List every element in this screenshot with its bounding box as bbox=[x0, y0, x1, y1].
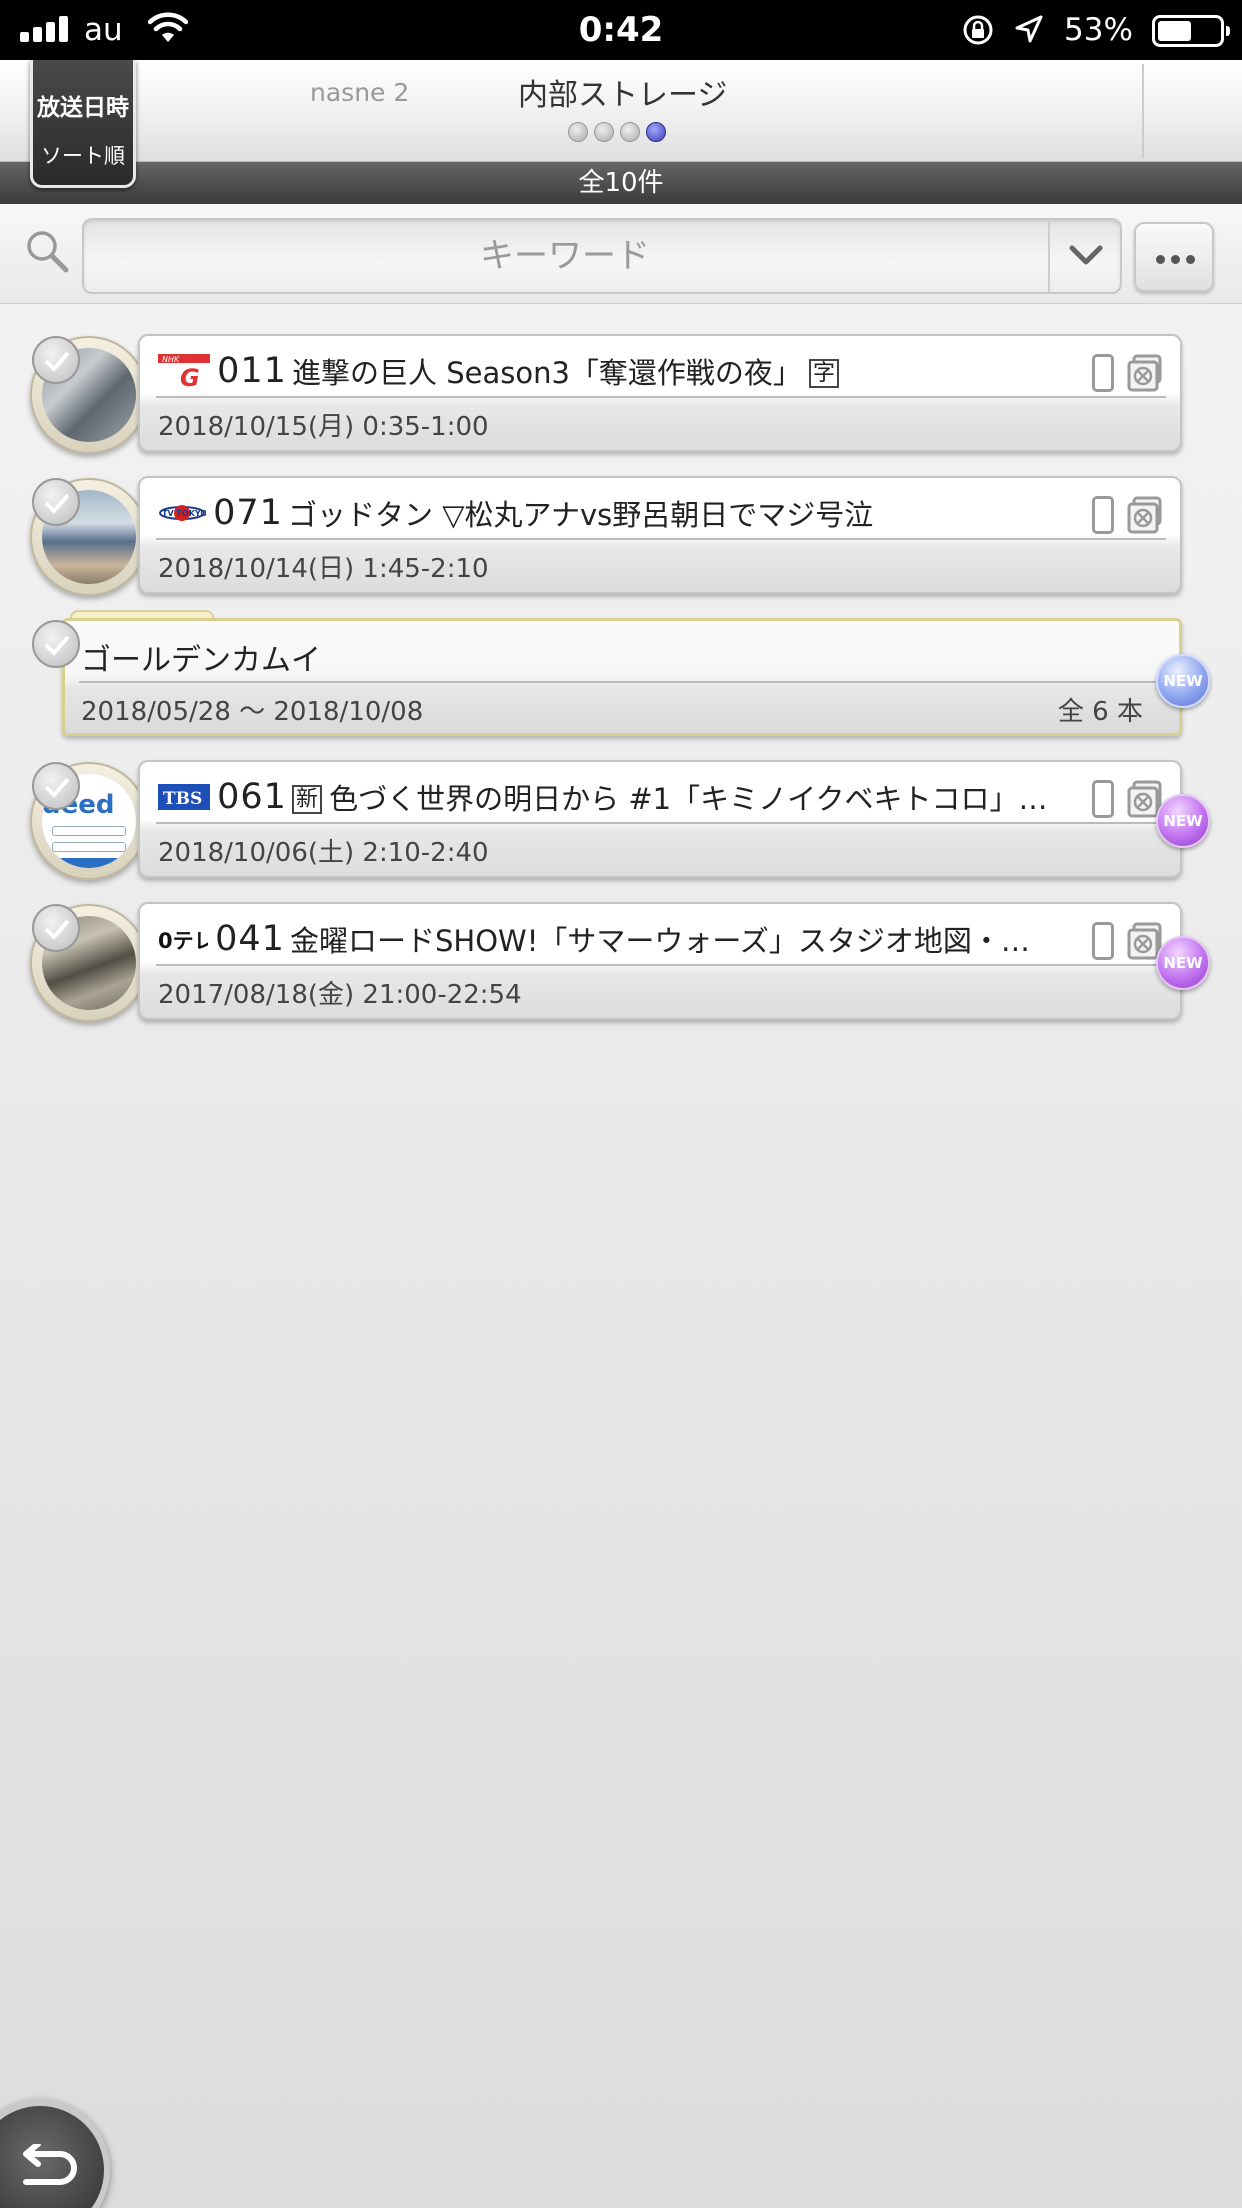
new-badge: NEW bbox=[1156, 936, 1210, 990]
more-options-button[interactable] bbox=[1134, 222, 1214, 292]
header-divider bbox=[1142, 64, 1144, 158]
keyword-input[interactable] bbox=[84, 220, 1046, 292]
series-title: ゴールデンカムイ bbox=[81, 643, 321, 678]
program-title: 金曜ロードSHOW!「サマーウォーズ」スタジオ地図・… bbox=[290, 924, 1030, 958]
new-program-mark: 新 bbox=[292, 785, 323, 814]
recording-card[interactable]: NHK G 011 進撃の巨人 Season3「奪還作戦の夜」 字 2018/1… bbox=[138, 334, 1182, 452]
list-item[interactable]: deed TBS 061 新 色づく世界の明日から #1「キミノイクベキトコロ」… bbox=[0, 760, 1242, 890]
search-bar bbox=[0, 204, 1242, 304]
list-item[interactable]: NHK G 011 進撃の巨人 Season3「奪還作戦の夜」 字 2018/1… bbox=[0, 334, 1242, 464]
page-dot bbox=[620, 122, 640, 142]
svg-text:G: G bbox=[180, 364, 200, 388]
back-button[interactable] bbox=[0, 2100, 110, 2208]
more-icon bbox=[1156, 255, 1165, 264]
svg-text:0テレ: 0テレ bbox=[158, 929, 208, 953]
clock: 0:42 bbox=[578, 10, 664, 50]
storage-header: 放送日時 ソート順 nasne 2 内部ストレージ bbox=[0, 60, 1242, 188]
battery-percent: 53% bbox=[1064, 12, 1133, 48]
new-badge: NEW bbox=[1156, 794, 1210, 848]
list-item[interactable]: 0テレ 041 金曜ロードSHOW!「サマーウォーズ」スタジオ地図・… 2017… bbox=[0, 902, 1242, 1032]
sort-order-button[interactable]: 放送日時 ソート順 bbox=[30, 60, 136, 188]
tbs-logo-icon: TBS bbox=[158, 784, 210, 810]
channel-number: 071 bbox=[213, 493, 283, 533]
select-checkbox[interactable] bbox=[32, 904, 80, 952]
search-field bbox=[82, 218, 1122, 294]
sort-button-line2: ソート順 bbox=[41, 144, 125, 168]
subtitle-mark: 字 bbox=[809, 359, 840, 388]
sort-button-line1: 放送日時 bbox=[37, 95, 129, 121]
channel-number: 061 bbox=[217, 777, 287, 817]
select-checkbox[interactable] bbox=[32, 336, 80, 384]
list-item[interactable]: TV TOKYO 071 ゴッドタン ▽松丸アナvs野呂朝日でマジ号泣 2018… bbox=[0, 476, 1242, 606]
program-title: ゴッドタン ▽松丸アナvs野呂朝日でマジ号泣 bbox=[288, 498, 874, 532]
mobile-transfer-icon bbox=[1092, 922, 1114, 960]
nhk-g-logo-icon: NHK G bbox=[158, 354, 210, 388]
rotation-lock-icon bbox=[963, 15, 993, 45]
recording-card[interactable]: TV TOKYO 071 ゴッドタン ▽松丸アナvs野呂朝日でマジ号泣 2018… bbox=[138, 476, 1182, 594]
program-title: 色づく世界の明日から #1「キミノイクベキトコロ」… bbox=[329, 782, 1048, 816]
page-dot bbox=[594, 122, 614, 142]
svg-text:TV TOKYO: TV TOKYO bbox=[162, 509, 206, 518]
svg-text:NHK: NHK bbox=[162, 355, 180, 364]
channel-number: 011 bbox=[217, 351, 287, 391]
tv-tokyo-logo-icon: TV TOKYO bbox=[159, 505, 206, 521]
channel-number: 041 bbox=[215, 919, 285, 959]
location-icon bbox=[1015, 15, 1043, 43]
series-date-range: 2018/05/28 〜 2018/10/08 bbox=[81, 697, 424, 727]
recording-card[interactable]: TBS 061 新 色づく世界の明日から #1「キミノイクベキトコロ」… 201… bbox=[138, 760, 1182, 878]
series-episode-count: 全 6 本 bbox=[1057, 697, 1143, 727]
page-dot bbox=[568, 122, 588, 142]
search-icon bbox=[27, 231, 69, 273]
select-checkbox[interactable] bbox=[32, 478, 80, 526]
mobile-transfer-icon bbox=[1092, 496, 1114, 534]
svg-text:TBS: TBS bbox=[163, 789, 202, 809]
page-dot-active bbox=[646, 122, 666, 142]
chevron-down-icon bbox=[1069, 245, 1103, 265]
no-copy-icon bbox=[1127, 496, 1162, 534]
select-checkbox[interactable] bbox=[32, 762, 80, 810]
battery-icon bbox=[1152, 15, 1230, 47]
keyword-dropdown-button[interactable] bbox=[1048, 220, 1120, 292]
recording-card[interactable]: 0テレ 041 金曜ロードSHOW!「サマーウォーズ」スタジオ地図・… 2017… bbox=[138, 902, 1182, 1020]
select-checkbox[interactable] bbox=[32, 620, 80, 668]
total-count: 全10件 bbox=[0, 162, 1242, 204]
broadcast-datetime: 2018/10/15(月) 0:35-1:00 bbox=[158, 412, 489, 442]
series-folder-card[interactable]: ゴールデンカムイ 2018/05/28 〜 2018/10/08 全 6 本 bbox=[62, 618, 1182, 736]
nippon-tv-logo-icon: 0テレ bbox=[158, 929, 208, 953]
mobile-transfer-icon bbox=[1092, 354, 1114, 392]
status-bar: au 0:42 53% bbox=[0, 0, 1242, 60]
series-item[interactable]: ゴールデンカムイ 2018/05/28 〜 2018/10/08 全 6 本 N… bbox=[0, 610, 1242, 748]
tab-internal-storage[interactable]: 内部ストレージ bbox=[518, 70, 727, 114]
back-arrow-icon bbox=[23, 2144, 77, 2185]
tab-nasne-2[interactable]: nasne 2 bbox=[310, 78, 409, 107]
mobile-transfer-icon bbox=[1092, 780, 1114, 818]
program-title: 進撃の巨人 Season3「奪還作戦の夜」 bbox=[292, 356, 802, 390]
new-badge: NEW bbox=[1156, 654, 1210, 708]
no-copy-icon bbox=[1127, 354, 1162, 392]
broadcast-datetime: 2018/10/14(日) 1:45-2:10 bbox=[158, 554, 489, 584]
broadcast-datetime: 2017/08/18(金) 21:00-22:54 bbox=[158, 980, 522, 1010]
broadcast-datetime: 2018/10/06(土) 2:10-2:40 bbox=[158, 838, 489, 868]
page-indicator bbox=[568, 122, 672, 146]
